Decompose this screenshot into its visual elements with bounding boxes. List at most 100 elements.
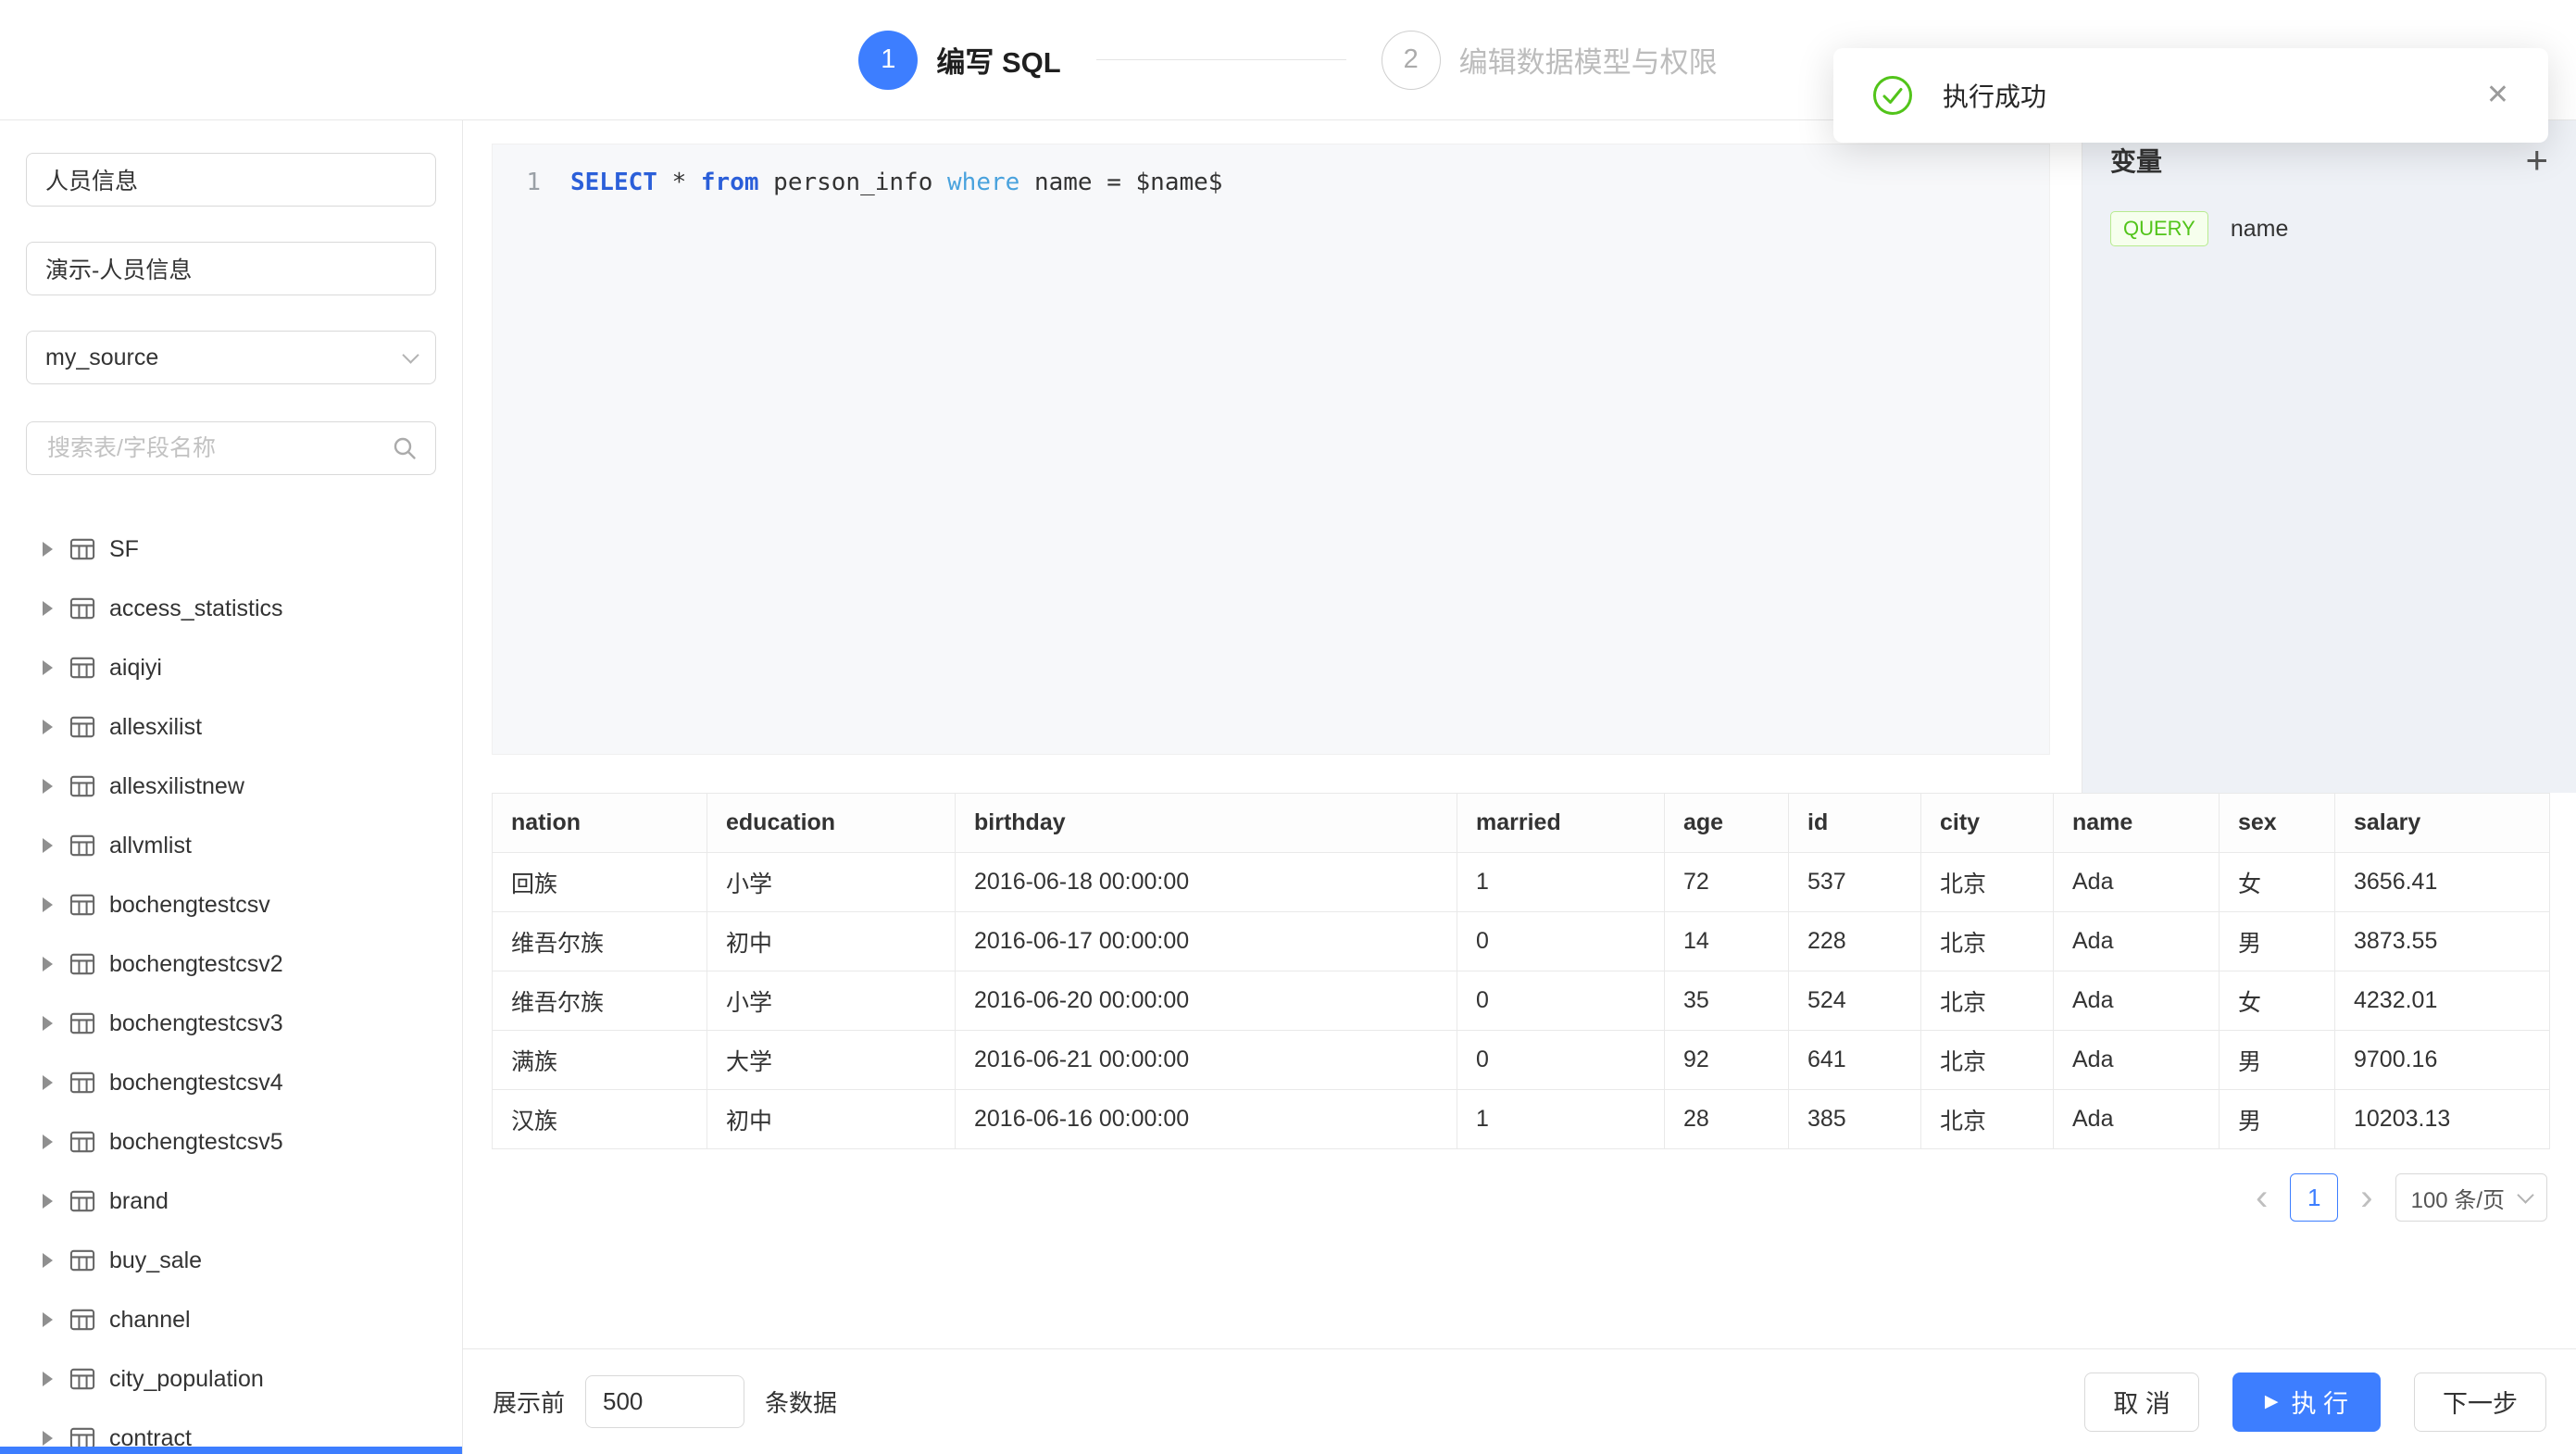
cancel-button[interactable]: 取 消 — [2084, 1373, 2199, 1432]
table-icon — [69, 1366, 95, 1392]
sql-token: where — [947, 169, 1019, 196]
datasource-select[interactable]: my_source — [26, 331, 436, 384]
table-cell: 4232.01 — [2335, 971, 2550, 1031]
table-label: access_statistics — [109, 595, 283, 622]
next-step-button[interactable]: 下一步 — [2414, 1373, 2546, 1432]
limit-suffix-label: 条数据 — [765, 1385, 837, 1419]
caret-right-icon[interactable] — [43, 1312, 53, 1327]
table-cell: 小学 — [707, 853, 956, 912]
caret-right-icon[interactable] — [43, 1016, 53, 1031]
caret-right-icon[interactable] — [43, 542, 53, 557]
table-icon — [69, 1188, 95, 1214]
tree-item[interactable]: brand — [26, 1172, 436, 1231]
pagination: ‹ 1 › 100 条/页 — [492, 1173, 2547, 1222]
table-search-input[interactable] — [45, 434, 391, 463]
table-cell: 537 — [1789, 853, 1921, 912]
table-cell: Ada — [2054, 971, 2220, 1031]
results-body: 回族小学2016-06-18 00:00:00172537北京Ada女3656.… — [493, 853, 2550, 1149]
table-cell: 2016-06-21 00:00:00 — [956, 1031, 1457, 1090]
caret-right-icon[interactable] — [43, 1134, 53, 1149]
tree-item[interactable]: allesxilistnew — [26, 757, 436, 816]
display-name-input[interactable] — [26, 242, 436, 295]
tree-item[interactable]: city_population — [26, 1349, 436, 1409]
caret-right-icon[interactable] — [43, 897, 53, 912]
table-cell: 2016-06-20 00:00:00 — [956, 971, 1457, 1031]
tree-item[interactable]: bochengtestcsv2 — [26, 934, 436, 994]
caret-right-icon[interactable] — [43, 601, 53, 616]
current-page[interactable]: 1 — [2290, 1173, 2338, 1222]
next-page-icon[interactable]: › — [2357, 1183, 2376, 1212]
table-icon — [69, 595, 95, 621]
variable-type-tag: QUERY — [2110, 211, 2208, 246]
tree-item[interactable]: allvmlist — [26, 816, 436, 875]
table-cell: 28 — [1665, 1090, 1789, 1149]
sidebar-scrollbar-thumb[interactable] — [0, 1447, 462, 1454]
caret-right-icon[interactable] — [43, 1194, 53, 1209]
step-1: 1 编写 SQL — [858, 31, 1060, 90]
column-header: birthday — [956, 794, 1457, 853]
limit-input[interactable] — [585, 1375, 744, 1428]
table-cell: 北京 — [1921, 1031, 2054, 1090]
tree-item[interactable]: aiqiyi — [26, 638, 436, 697]
tree-item[interactable]: access_statistics — [26, 579, 436, 638]
success-toast: 执行成功 ✕ — [1833, 48, 2548, 143]
dataset-name-input[interactable] — [26, 153, 436, 207]
tree-item[interactable]: allesxilist — [26, 697, 436, 757]
variable-name: name — [2231, 216, 2289, 243]
page-size-select[interactable]: 100 条/页 — [2395, 1173, 2547, 1222]
tree-item[interactable]: bochengtestcsv4 — [26, 1053, 436, 1112]
tree-item[interactable]: buy_sale — [26, 1231, 436, 1290]
column-header: name — [2054, 794, 2220, 853]
table-row: 汉族初中2016-06-16 00:00:00128385北京Ada男10203… — [493, 1090, 2550, 1149]
table-cell: 小学 — [707, 971, 956, 1031]
table-icon — [69, 1129, 95, 1155]
tree-item[interactable]: bochengtestcsv3 — [26, 994, 436, 1053]
caret-right-icon[interactable] — [43, 1372, 53, 1386]
tree-item[interactable]: bochengtestcsv — [26, 875, 436, 934]
sql-line-1: 1 SELECT * from person_info where name =… — [515, 165, 2049, 200]
caret-right-icon[interactable] — [43, 1253, 53, 1268]
tree-item[interactable]: SF — [26, 520, 436, 579]
caret-right-icon[interactable] — [43, 720, 53, 734]
variables-header: 变量 + — [2110, 141, 2548, 180]
play-icon: ▶ — [2265, 1393, 2279, 1410]
close-icon[interactable]: ✕ — [2486, 81, 2509, 109]
caret-right-icon[interactable] — [43, 779, 53, 794]
caret-right-icon[interactable] — [43, 838, 53, 853]
run-button[interactable]: ▶ 执 行 — [2232, 1373, 2381, 1432]
variable-item[interactable]: QUERY name — [2110, 211, 2548, 246]
caret-right-icon[interactable] — [43, 660, 53, 675]
table-icon — [69, 773, 95, 799]
caret-right-icon[interactable] — [43, 957, 53, 971]
sql-editor[interactable]: 1 SELECT * from person_info where name =… — [492, 144, 2050, 755]
tree-item[interactable]: bochengtestcsv5 — [26, 1112, 436, 1172]
caret-right-icon[interactable] — [43, 1075, 53, 1090]
table-icon — [69, 655, 95, 681]
tree-item[interactable]: channel — [26, 1290, 436, 1349]
table-row: 维吾尔族初中2016-06-17 00:00:00014228北京Ada男387… — [493, 912, 2550, 971]
add-variable-button[interactable]: + — [2525, 141, 2548, 180]
table-cell: 3873.55 — [2335, 912, 2550, 971]
step-2-number: 2 — [1382, 31, 1441, 90]
sql-code-line: SELECT * from person_info where name = $… — [570, 165, 1222, 200]
table-cell: 10203.13 — [2335, 1090, 2550, 1149]
step-2-label: 编辑数据模型与权限 — [1459, 39, 1718, 81]
main: 1 SELECT * from person_info where name =… — [463, 120, 2576, 1454]
sidebar: my_source SF acce — [0, 120, 463, 1454]
table-cell: 北京 — [1921, 971, 2054, 1031]
column-header: education — [707, 794, 956, 853]
variables-panel: 变量 + QUERY name — [2082, 120, 2576, 793]
caret-right-icon[interactable] — [43, 1431, 53, 1446]
table-icon — [69, 951, 95, 977]
prev-page-icon[interactable]: ‹ — [2252, 1183, 2271, 1212]
results-table: nationeducationbirthdaymarriedageidcityn… — [492, 793, 2550, 1149]
table-icon — [69, 892, 95, 918]
table-cell: 385 — [1789, 1090, 1921, 1149]
column-header: married — [1457, 794, 1665, 853]
table-label: buy_sale — [109, 1247, 202, 1274]
table-cell: Ada — [2054, 853, 2220, 912]
table-cell: 3656.41 — [2335, 853, 2550, 912]
table-row: 满族大学2016-06-21 00:00:00092641北京Ada男9700.… — [493, 1031, 2550, 1090]
table-cell: 2016-06-16 00:00:00 — [956, 1090, 1457, 1149]
table-label: bochengtestcsv — [109, 892, 270, 919]
